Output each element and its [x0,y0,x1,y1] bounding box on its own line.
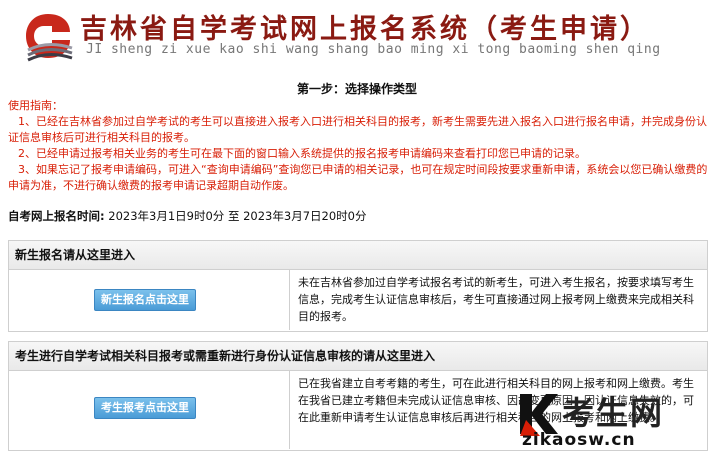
watermark-text: 考生网 [562,394,665,432]
page-subtitle: JI sheng zi xue kao shi wang shang bao m… [86,42,661,57]
registration-time-value: 2023年3月1日9时0分 至 2023年3月7日20时0分 [108,209,367,223]
guide-item-1: 1、已经在吉林省参加过自学考试的考生可以直接进入报考入口进行相关科目的报考，新考… [8,115,707,144]
watermark: 考生网 zikaosw.cn [516,392,706,452]
new-student-description: 未在吉林省参加过自学考试报名考试的新考生，可进入考生报名，按要求填写考生信息，完… [298,276,694,323]
guide-item-2: 2、已经申请过报考相关业务的考生可在最下面的窗口输入系统提供的报名报考申请编码来… [18,147,586,160]
step-title: 第一步：选择操作类型 [296,82,417,96]
new-student-register-button[interactable]: 新生报名点击这里 [94,289,196,311]
header: 吉林省自学考试网上报名系统（考生申请） JI sheng zi xue kao … [0,0,714,70]
logo-icon [26,14,73,62]
registration-time: 自考网上报名时间: 2023年3月1日9时0分 至 2023年3月7日20时0分 [8,208,366,224]
new-student-section-header: 新生报名请从这里进入 [9,241,707,270]
exam-application-section-header: 考生进行自学考试相关科目报考或需重新进行身份认证信息审核的请从这里进入 [9,342,707,371]
registration-time-label: 自考网上报名时间: [8,209,105,223]
usage-guide: 使用指南： 1、已经在吉林省参加过自学考试的考生可以直接进入报考入口进行相关科目… [8,98,708,194]
guide-item-3: 3、如果忘记了报考申请编码，可进入“查询申请编码”查询您已申请的相关记录，也可在… [8,163,708,192]
page-title: 吉林省自学考试网上报名系统（考生申请） [80,14,650,45]
guide-heading: 使用指南： [8,99,63,112]
new-student-section: 新生报名请从这里进入 新生报名点击这里 未在吉林省参加过自学考试报名考试的新考生… [8,240,708,332]
watermark-url: zikaosw.cn [522,430,636,450]
exam-application-button[interactable]: 考生报考点击这里 [94,397,196,419]
